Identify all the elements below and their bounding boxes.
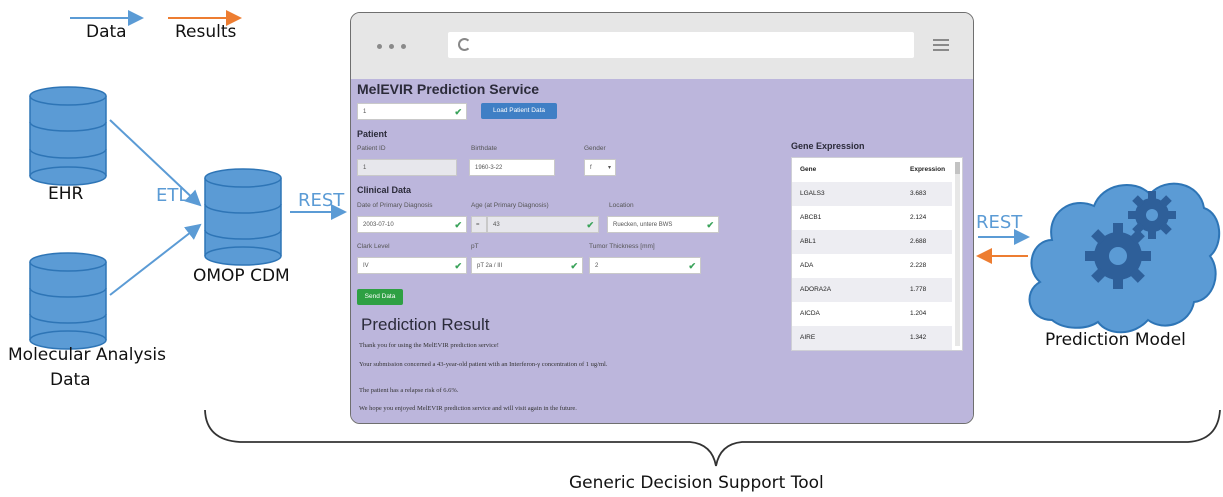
- pt-label: pT: [471, 243, 479, 250]
- location-label: Location: [609, 202, 634, 209]
- check-icon: ✔: [454, 107, 462, 117]
- gene-cell: LGALS3: [800, 190, 825, 197]
- window-dot: [389, 44, 394, 49]
- molecular-to-omop-arrow: [109, 223, 202, 296]
- chevron-down-icon: ▾: [607, 165, 611, 171]
- table-row[interactable]: ADORA2A 1.778: [792, 278, 952, 302]
- age-label: Age (at Primary Diagnosis): [471, 202, 549, 209]
- gene-cell: ABCB1: [800, 214, 822, 221]
- table-row[interactable]: ABCB1 2.124: [792, 206, 952, 230]
- gene-cell: AIRE: [800, 350, 815, 351]
- send-data-button[interactable]: Send Data: [357, 289, 403, 305]
- gene-cell: AIRE: [800, 334, 816, 341]
- table-row[interactable]: ADA 2.228: [792, 254, 952, 278]
- gender-label: Gender: [584, 145, 606, 152]
- tumor-thickness-label: Tumor Thickness [mm]: [589, 243, 655, 250]
- patient-id-field[interactable]: 1: [357, 159, 457, 176]
- app-panel: MelEVIR Prediction Service 1 ✔ Load Patie…: [351, 79, 973, 423]
- patient-select[interactable]: 1 ✔: [357, 103, 467, 120]
- molecular-label-line1: Molecular Analysis: [8, 345, 166, 365]
- birthdate-field[interactable]: 1960-3-22: [469, 159, 555, 176]
- rest-right-label: REST: [976, 212, 1023, 233]
- expression-cell: 2.688: [910, 238, 927, 245]
- result-paragraph-4: We hope you enjoyed MelEVIR prediction s…: [359, 405, 577, 412]
- expression-cell: 1.333: [910, 350, 926, 351]
- omop-label: OMOP CDM: [193, 266, 290, 286]
- check-icon: ✔: [570, 261, 578, 271]
- table-row[interactable]: ABL1 2.688: [792, 230, 952, 254]
- gender-select[interactable]: f ▾: [584, 159, 616, 176]
- gene-cell: ADORA2A: [800, 286, 832, 293]
- age-prefix: =: [471, 216, 487, 233]
- check-icon: ✔: [454, 220, 462, 230]
- pt-field[interactable]: pT 2a / III ✔: [471, 257, 583, 274]
- window-dot: [401, 44, 406, 49]
- browser-window: MelEVIR Prediction Service 1 ✔ Load Patie…: [350, 12, 974, 424]
- table-header: Gene Expression: [792, 158, 952, 182]
- expression-cell: 3.683: [910, 190, 927, 197]
- expression-cell: 1.204: [910, 310, 927, 317]
- birthdate-label: Birthdate: [471, 145, 498, 152]
- clark-level-field[interactable]: IV ✔: [357, 257, 467, 274]
- check-icon: ✔: [688, 261, 696, 271]
- legend-data-label: Data: [86, 22, 127, 42]
- scrollbar-thumb[interactable]: [955, 162, 960, 174]
- browser-toolbar: [351, 13, 973, 79]
- clark-level-label: Clark Level: [357, 243, 390, 250]
- table-row[interactable]: LGALS3 3.683: [792, 182, 952, 206]
- gene-cell: AICDA: [800, 310, 820, 317]
- table-row[interactable]: AIRE 1.333: [792, 350, 952, 351]
- table-row[interactable]: AIRE 1.342: [792, 326, 952, 350]
- scrollbar[interactable]: [955, 162, 960, 346]
- etl-label: ETL: [156, 185, 189, 206]
- prediction-model-label: Prediction Model: [1045, 330, 1186, 350]
- tumor-thickness-field[interactable]: 2 ✔: [589, 257, 701, 274]
- table-row[interactable]: AICDA 1.204: [792, 302, 952, 326]
- molecular-database-icon: [29, 252, 107, 350]
- omop-database-icon: [204, 168, 282, 266]
- gene-expression-table[interactable]: Gene Expression LGALS3 3.683 ABCB1 2.124 ABL…: [791, 157, 963, 351]
- check-icon: ✔: [706, 220, 714, 230]
- address-bar[interactable]: [448, 32, 914, 58]
- window-dot: [377, 44, 382, 49]
- prediction-result-heading: Prediction Result: [361, 315, 490, 334]
- result-paragraph-3: The patient has a relapse risk of 6.6%.: [359, 387, 459, 394]
- result-paragraph-1: Thank you for using the MelEVIR predicti…: [359, 342, 499, 349]
- reload-icon[interactable]: [458, 38, 471, 51]
- ehr-database-icon: [29, 86, 107, 186]
- gene-cell: ABL1: [800, 238, 816, 245]
- gene-expression-heading: Gene Expression: [791, 141, 865, 151]
- result-paragraph-2: Your submission concerned a 43-year-old …: [359, 361, 608, 368]
- clinical-heading: Clinical Data: [357, 185, 412, 195]
- expression-cell: 1.342: [910, 334, 927, 341]
- age-field[interactable]: 43 ✔: [487, 216, 599, 233]
- hamburger-menu-icon[interactable]: [933, 39, 949, 54]
- generic-tool-label: Generic Decision Support Tool: [569, 473, 824, 493]
- gene-column-header: Gene: [800, 166, 817, 173]
- patient-id-label: Patient ID: [357, 145, 386, 152]
- gear-icon: [1085, 223, 1151, 289]
- location-field[interactable]: Ruecken, untere BWS ✔: [607, 216, 719, 233]
- diagnosis-date-field[interactable]: 2003-07-10 ✔: [357, 216, 467, 233]
- expression-cell: 2.228: [910, 262, 927, 269]
- app-title: MelEVIR Prediction Service: [357, 81, 540, 97]
- legend-results-label: Results: [175, 22, 237, 42]
- ehr-label: EHR: [48, 184, 84, 204]
- expression-column-header: Expression: [910, 166, 946, 173]
- rest-left-label: REST: [298, 190, 345, 211]
- patient-heading: Patient: [357, 129, 388, 139]
- molecular-label-line2: Data: [50, 370, 91, 390]
- check-icon: ✔: [586, 220, 594, 230]
- load-patient-button[interactable]: Load Patient Data: [481, 103, 557, 119]
- diagnosis-date-label: Date of Primary Diagnosis: [357, 202, 433, 209]
- expression-cell: 2.124: [910, 214, 927, 221]
- gene-cell: ADA: [800, 262, 814, 269]
- check-icon: ✔: [454, 261, 462, 271]
- expression-cell: 1.778: [910, 286, 927, 293]
